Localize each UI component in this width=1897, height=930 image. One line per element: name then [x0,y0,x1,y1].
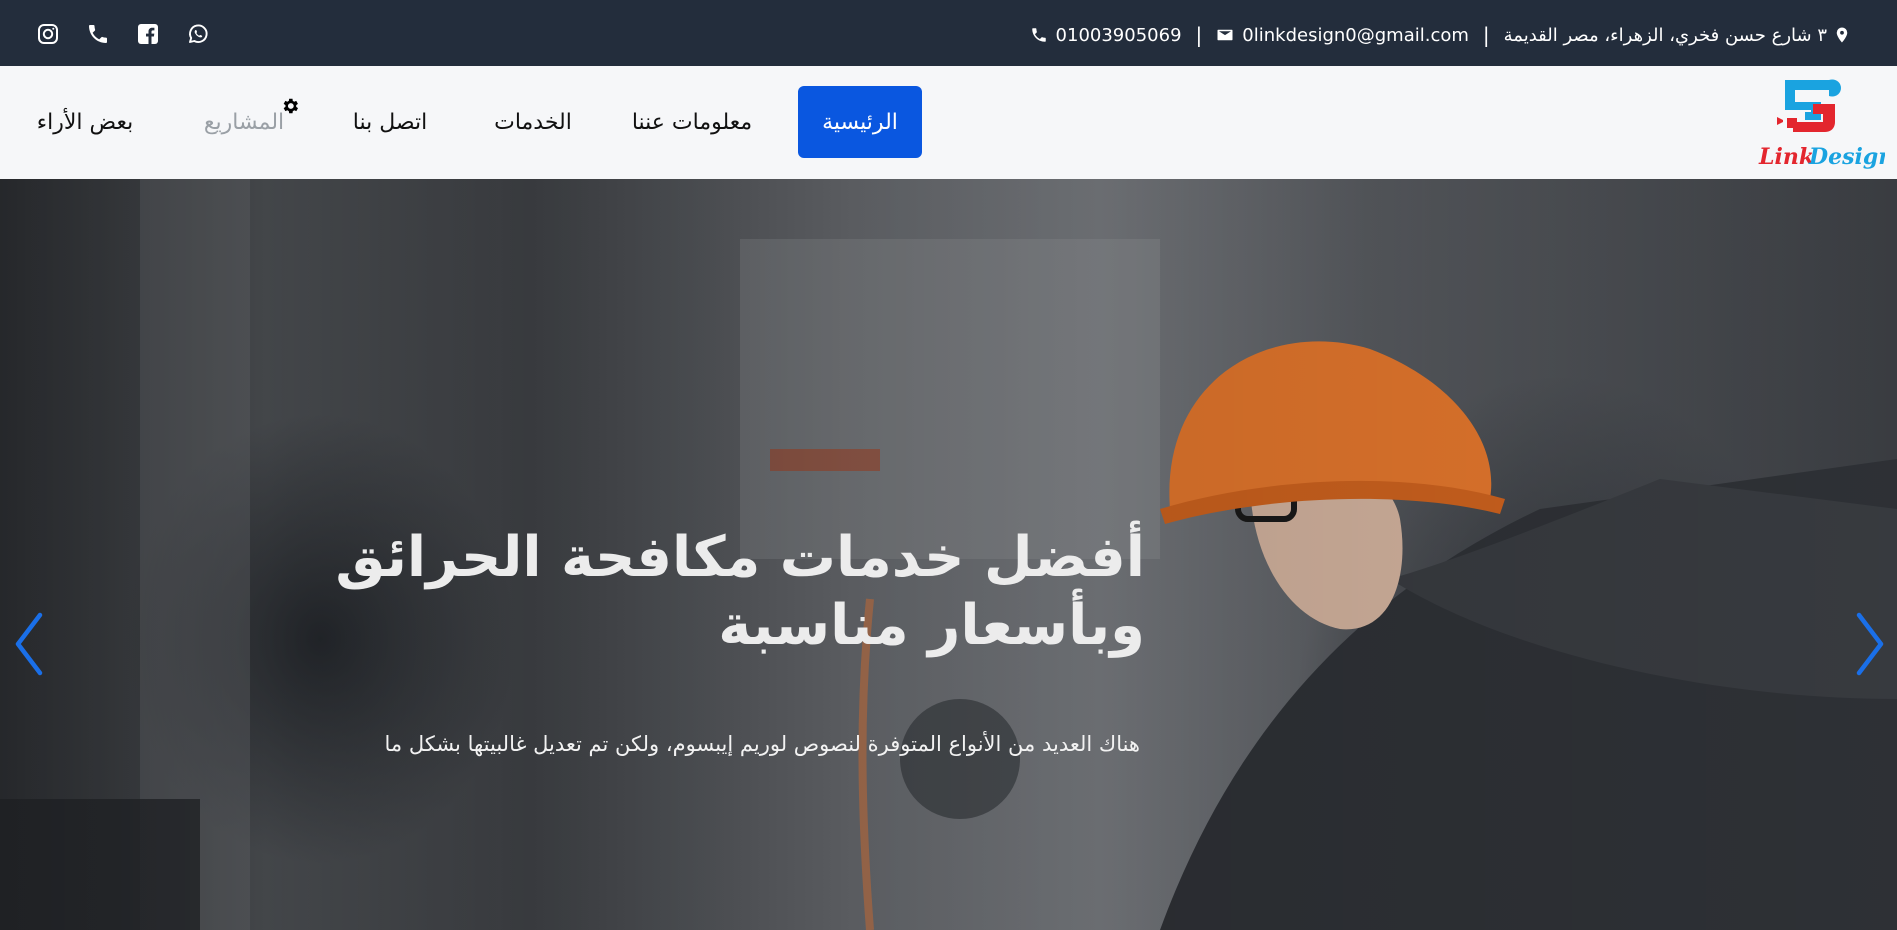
nav-item-testimonials[interactable]: بعض الأراء [26,86,144,158]
svg-text:Design: Design [1808,144,1885,170]
separator: | [1195,23,1203,47]
hero-slider: أفضل خدمات مكافحة الحرائق وبأسعار مناسبة… [0,179,1897,930]
gear-icon [283,98,298,114]
nav-item-label: معلومات عننا [631,109,753,135]
facebook-icon[interactable] [136,20,186,48]
hero-title: أفضل خدمات مكافحة الحرائق وبأسعار مناسبة [335,525,1145,658]
nav-item-about[interactable]: معلومات عننا [622,86,762,158]
email-address: 0linkdesign0@gmail.com [1242,24,1469,46]
address-text: ٣ شارع حسن فخري، الزهراء، مصر القديمة [1503,24,1827,46]
email-contact[interactable]: 0linkdesign0@gmail.com [1216,25,1469,46]
nav-item-home[interactable]: الرئيسية [798,86,922,158]
instagram-icon[interactable] [36,20,86,48]
phone-icon[interactable] [86,20,136,48]
phone-number: 01003905069 [1055,24,1182,46]
nav-item-label: الرئيسية [822,109,898,135]
hero-subtitle: هناك العديد من الأنواع المتوفرة لنصوص لو… [384,732,1141,756]
nav-item-label: المشاريع [203,109,285,135]
slider-next-button[interactable] [1849,609,1889,679]
address-contact: ٣ شارع حسن فخري، الزهراء، مصر القديمة [1504,25,1851,46]
contact-info: 01003905069 | 0linkdesign0@gmail.com | ٣… [1030,20,1851,50]
nav-item-contact[interactable]: اتصل بنا [340,86,440,158]
nav-item-services[interactable]: الخدمات [478,86,588,158]
phone-contact[interactable]: 01003905069 [1030,25,1182,46]
nav-item-label: بعض الأراء [36,109,134,135]
mail-icon [1217,29,1233,41]
chevron-left-icon [15,612,43,676]
location-pin-icon [1836,27,1848,43]
svg-text:Link: Link [1758,144,1814,170]
nav-item-projects[interactable]: المشاريع [194,86,298,158]
separator: | [1482,23,1490,47]
chevron-right-icon [1856,612,1884,676]
phone-icon [1031,28,1046,42]
site-logo[interactable]: Link Design [1757,74,1894,172]
whatsapp-icon[interactable] [186,20,236,48]
social-links [36,20,236,48]
nav-item-label: اتصل بنا [352,109,428,135]
nav-item-label: الخدمات [494,109,572,135]
slider-prev-button[interactable] [10,609,50,679]
top-info-bar: 01003905069 | 0linkdesign0@gmail.com | ٣… [0,0,1897,66]
main-navbar: Link Design الرئيسية معلومات عننا الخدما… [0,66,1897,179]
